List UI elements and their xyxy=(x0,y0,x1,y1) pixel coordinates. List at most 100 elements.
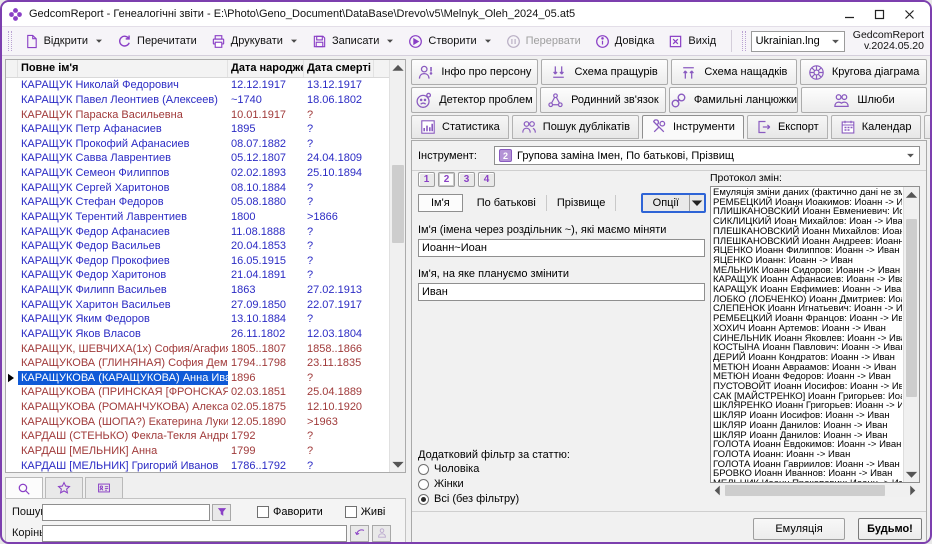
table-row[interactable]: КАРАЩУК Федор Харитонов21.04.1891? xyxy=(6,268,389,283)
tool-number-button-4[interactable]: 4 xyxy=(478,172,495,187)
person-name-cell[interactable]: КАРАЩУК Терентий Лаврентиев xyxy=(18,210,228,225)
person-name-cell[interactable]: КАРАЩУК, ШЕВЧИХА(1х) София/Агафия Тимофе… xyxy=(18,341,228,356)
toolbar-button-refresh[interactable]: Перечитати xyxy=(110,31,204,52)
person-name-cell[interactable]: КАРАЩУК Петр Афанасиев xyxy=(18,122,228,137)
table-row[interactable]: КАРАЩУК Федор Прокофиев16.05.1915? xyxy=(6,254,389,269)
table-row[interactable]: КАРАЩУК Семеон Филиппов02.02.189325.10.1… xyxy=(6,166,389,181)
filter-button[interactable] xyxy=(212,504,231,521)
protocol-item[interactable]: МЕЛЬНИК Иоанн Прокопович: Иоанн -> Иван xyxy=(713,479,902,482)
person-name-cell[interactable]: КАРАЩУК Харитон Васильев xyxy=(18,297,228,312)
scroll-down-icon[interactable] xyxy=(904,467,919,482)
toolbar-grip[interactable] xyxy=(8,31,12,51)
person-name-cell[interactable]: КАРАЩУК Сергей Харитонов xyxy=(18,180,228,195)
new-name-input[interactable] xyxy=(418,283,705,301)
person-name-cell[interactable]: КАРДАШ [МЕЛЬНИК] Анна xyxy=(18,444,228,459)
table-row[interactable]: КАРАЩУК Яким Федоров13.10.1884? xyxy=(6,312,389,327)
scrollbar-thumb[interactable] xyxy=(725,485,885,496)
people-table-scrollbar[interactable] xyxy=(389,60,405,472)
tab-stats[interactable]: Статистика xyxy=(411,115,509,139)
column-header-full-name[interactable]: Повне ім'я xyxy=(18,60,228,77)
dropdown-arrow-icon[interactable] xyxy=(290,37,298,45)
dropdown-arrow-icon[interactable] xyxy=(484,37,492,45)
scroll-left-icon[interactable] xyxy=(710,484,724,497)
minimize-icon[interactable] xyxy=(834,4,864,24)
toolbar-button-save[interactable]: Записати xyxy=(305,31,401,52)
table-row[interactable]: КАРАЩУК Параска Васильевна10.01.1917? xyxy=(6,107,389,122)
favorites-checkbox[interactable]: Фаворити xyxy=(257,506,323,518)
person-name-cell[interactable]: КАРАЩУКОВА (ШОПА?) Екатерина Лукина xyxy=(18,414,228,429)
gender-radio-option[interactable]: Жінки xyxy=(418,477,706,491)
table-row[interactable]: КАРДАШ (СТЕНЬКО) Фекла-Текля Андреева179… xyxy=(6,429,389,444)
person-name-cell[interactable]: КАРАЩУК Савва Лаврентиев xyxy=(18,151,228,166)
table-row[interactable]: КАРАЩУК Харитон Васильев27.09.185022.07.… xyxy=(6,297,389,312)
toolbar-button-play[interactable]: Створити xyxy=(401,31,498,52)
column-header-birth-date[interactable]: Дата народження xyxy=(228,60,304,77)
person-name-cell[interactable]: КАРАЩУКОВА (КАРАЩУКОВА) Анна Ивановна xyxy=(18,371,228,386)
tool-number-button-3[interactable]: 3 xyxy=(458,172,475,187)
feature-button-ancestors[interactable]: Схема пращурів xyxy=(541,59,668,85)
scroll-up-icon[interactable] xyxy=(904,187,919,202)
feature-button-relation[interactable]: Родинний зв'язок xyxy=(540,87,666,113)
table-row[interactable]: КАРАЩУК Павел Леонтиев (Алексеев)~174018… xyxy=(6,93,389,108)
scroll-down-icon[interactable] xyxy=(390,457,406,472)
protocol-scrollbar[interactable] xyxy=(903,187,919,482)
tab-calendar[interactable]: Календар xyxy=(831,115,921,139)
person-name-cell[interactable]: КАРАЩУКОВА (ПРИНСКАЯ [ФРОНСКАЯ]) Евдокия… xyxy=(18,385,228,400)
set-root-button[interactable] xyxy=(350,525,369,542)
tab-duplicates[interactable]: Пошук дублікатів xyxy=(512,115,639,139)
tool-number-button-2[interactable]: 2 xyxy=(438,172,455,187)
table-row[interactable]: КАРАЩУК Терентий Лаврентиев1800>1866 xyxy=(6,210,389,225)
table-row[interactable]: КАРАЩУК, ШЕВЧИХА(1х) София/Агафия Тимофе… xyxy=(6,341,389,356)
root-person-button[interactable] xyxy=(372,525,391,542)
person-name-cell[interactable]: КАРАЩУК Филипп Васильев xyxy=(18,283,228,298)
subtab[interactable]: Прізвище xyxy=(547,195,617,211)
table-row[interactable]: КАРАЩУК Николай Федорович12.12.191713.12… xyxy=(6,78,389,93)
options-button[interactable]: Опції xyxy=(641,193,706,213)
scrollbar-thumb[interactable] xyxy=(906,219,917,397)
table-row[interactable]: КАРДАШ [МЕЛЬНИК] Григорий Иванов1786..17… xyxy=(6,458,389,472)
left-tab-star[interactable] xyxy=(45,477,83,498)
tool-number-button-1[interactable]: 1 xyxy=(418,172,435,187)
instrument-select[interactable]: 2 Групова заміна Імен, По батькові, Пріз… xyxy=(494,146,920,165)
tab-residents[interactable]: Жителі xyxy=(924,115,932,139)
table-row[interactable]: КАРАЩУКОВА (КАРАЩУКОВА) Анна Ивановна189… xyxy=(6,371,389,386)
table-row[interactable]: КАРДАШ [МЕЛЬНИК] Анна1799? xyxy=(6,444,389,459)
scroll-up-icon[interactable] xyxy=(390,60,406,75)
dropdown-arrow-icon[interactable] xyxy=(386,37,394,45)
protocol-hscrollbar[interactable] xyxy=(710,484,920,497)
subtab[interactable]: По батькові xyxy=(467,195,547,211)
dropdown-arrow-icon[interactable] xyxy=(95,37,103,45)
feature-button-chain[interactable]: Фамильні ланцюжки xyxy=(669,87,798,113)
scrollbar-thumb[interactable] xyxy=(392,165,404,243)
table-row[interactable]: КАРАЩУК Федор Афанасиев11.08.1888? xyxy=(6,224,389,239)
feature-button-marriage[interactable]: Шлюби xyxy=(801,87,927,113)
alive-checkbox[interactable]: Живі xyxy=(345,506,386,518)
language-select[interactable]: Ukrainian.lng xyxy=(751,31,845,52)
person-name-cell[interactable]: КАРАЩУК Семеон Филиппов xyxy=(18,166,228,181)
toolbar-grip-right[interactable] xyxy=(742,31,746,51)
person-name-cell[interactable]: КАРАЩУК Федор Прокофиев xyxy=(18,254,228,269)
table-row[interactable]: КАРАЩУК Сергей Харитонов08.10.1884? xyxy=(6,180,389,195)
person-name-cell[interactable]: КАРАЩУК Павел Леонтиев (Алексеев) xyxy=(18,93,228,108)
table-row[interactable]: КАРАЩУКОВА (ПРИНСКАЯ [ФРОНСКАЯ]) Евдокия… xyxy=(6,385,389,400)
feature-button-problem[interactable]: Детектор проблем xyxy=(411,87,537,113)
person-name-cell[interactable]: КАРАЩУК Стефан Федоров xyxy=(18,195,228,210)
search-input[interactable] xyxy=(42,504,210,521)
table-row[interactable]: КАРАЩУК Прокофий Афанасиев08.07.1882? xyxy=(6,137,389,152)
person-name-cell[interactable]: КАРАЩУК Николай Федорович xyxy=(18,78,228,93)
table-row[interactable]: КАРАЩУК Филипп Васильев186327.02.1913 xyxy=(6,283,389,298)
table-row[interactable]: КАРАЩУКОВА (РОМАНЧУКОВА) Александра Петр… xyxy=(6,400,389,415)
person-name-cell[interactable]: КАРАЩУК Яков Власов xyxy=(18,327,228,342)
person-name-cell[interactable]: КАРАЩУКОВА (ГЛИНЯНАЯ) София Дементиева xyxy=(18,356,228,371)
feature-button-person[interactable]: Інфо про персону xyxy=(411,59,538,85)
person-name-cell[interactable]: КАРАЩУК Федор Васильев xyxy=(18,239,228,254)
table-row[interactable]: КАРАЩУК Федор Васильев20.04.1853? xyxy=(6,239,389,254)
tab-tools[interactable]: Інструменти xyxy=(642,115,744,139)
person-name-cell[interactable]: КАРАЩУК Федор Харитонов xyxy=(18,268,228,283)
toolbar-button-doc[interactable]: Відкрити xyxy=(17,31,110,52)
maximize-icon[interactable] xyxy=(864,4,894,24)
table-row[interactable]: КАРАЩУК Петр Афанасиев1895? xyxy=(6,122,389,137)
table-row[interactable]: КАРАЩУКОВА (ГЛИНЯНАЯ) София Дементиева17… xyxy=(6,356,389,371)
names-to-change-input[interactable] xyxy=(418,239,705,257)
chevron-down-icon[interactable] xyxy=(689,195,704,211)
